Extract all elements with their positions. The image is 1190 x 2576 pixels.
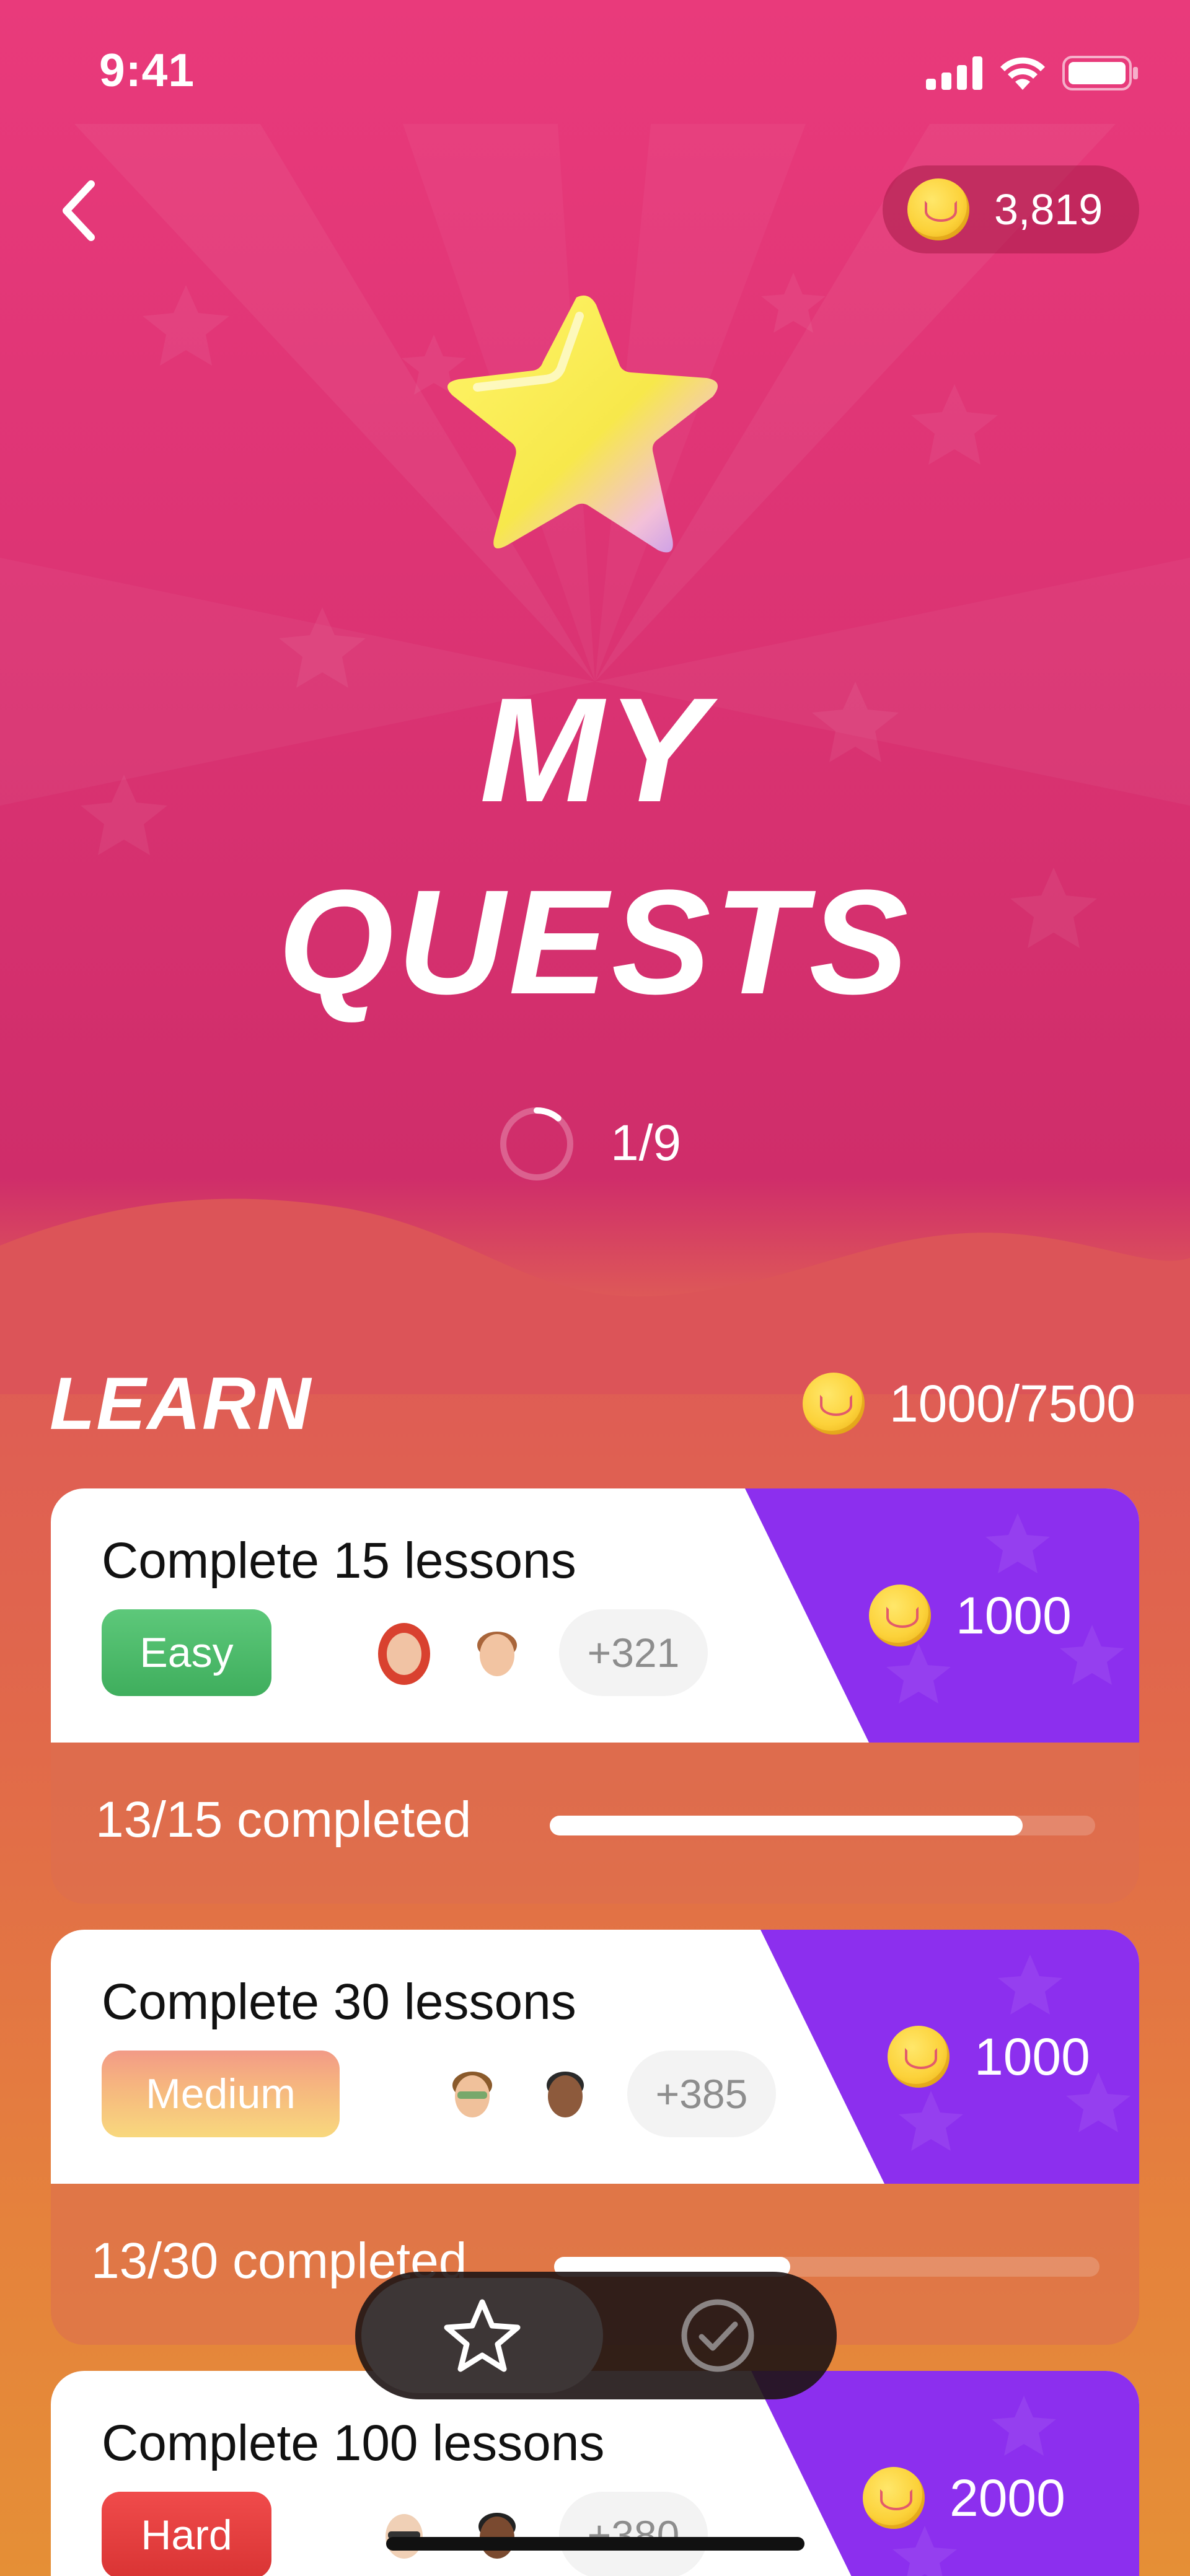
section-reward-amount: 1000/7500 xyxy=(889,1374,1135,1433)
participants-more-chip[interactable]: +380 xyxy=(559,2492,708,2576)
quest-card-header: Complete 30 lessons Medium +385 1000 xyxy=(51,1930,1139,2184)
participants-more-chip[interactable]: +321 xyxy=(559,1609,708,1696)
coin-balance-amount: 3,819 xyxy=(994,185,1103,234)
star-icon xyxy=(447,295,718,553)
section-reward: 1000/7500 xyxy=(802,1360,1135,1447)
quest-progress-label: 13/15 completed xyxy=(95,1791,472,1848)
quest-title: Complete 15 lessons xyxy=(102,1532,576,1589)
tab-bar xyxy=(355,2272,837,2399)
chevron-left-icon xyxy=(63,180,95,241)
section-title: LEARN xyxy=(50,1362,312,1445)
wifi-icon xyxy=(1000,57,1045,90)
quests-screen: 9:41 3,819 MY QUESTS 1/9 LEARN 1000/7500… xyxy=(0,0,1190,2576)
star-outline-icon xyxy=(444,2299,521,2372)
quest-reward: 1000 xyxy=(888,1930,1090,2184)
tab-completed[interactable] xyxy=(597,2278,839,2393)
progress-bar xyxy=(550,1816,1095,1835)
difficulty-badge: Hard xyxy=(102,2492,271,2576)
participant-avatar xyxy=(436,2058,508,2130)
quest-card[interactable]: Complete 15 lessons Easy +321 1000 13/15… xyxy=(51,1488,1139,1904)
participant-avatar xyxy=(368,1617,440,1689)
coin-balance[interactable]: 3,819 xyxy=(883,165,1139,253)
quest-progress-ring xyxy=(500,1107,573,1180)
coin-icon xyxy=(888,2026,950,2088)
status-icons xyxy=(926,55,1139,92)
home-indicator[interactable] xyxy=(386,2537,804,2551)
difficulty-badge: Medium xyxy=(102,2051,340,2137)
quest-reward-amount: 2000 xyxy=(950,2468,1065,2527)
back-button[interactable] xyxy=(45,174,113,248)
quest-reward: 2000 xyxy=(863,2371,1065,2576)
participant-avatar xyxy=(368,2499,440,2571)
battery-icon xyxy=(1062,56,1138,90)
quest-reward-amount: 1000 xyxy=(956,1586,1072,1645)
coin-icon xyxy=(802,1373,865,1435)
participant-avatar xyxy=(461,2499,533,2571)
quest-progress: 13/15 completed xyxy=(51,1743,1139,1904)
quest-reward-amount: 1000 xyxy=(974,2027,1090,2086)
page-title-line2: QUESTS xyxy=(278,859,912,1025)
participant-avatar xyxy=(461,1617,533,1689)
status-time: 9:41 xyxy=(99,44,195,96)
quest-title: Complete 30 lessons xyxy=(102,1974,576,2030)
coin-icon xyxy=(863,2467,925,2529)
participants-more-chip[interactable]: +385 xyxy=(627,2051,776,2137)
page-title-line1: MY xyxy=(480,667,710,833)
quest-card-header: Complete 15 lessons Easy +321 1000 xyxy=(51,1488,1139,1743)
status-bar: 9:41 xyxy=(0,0,1190,143)
quest-title: Complete 100 lessons xyxy=(102,2415,605,2471)
quest-reward: 1000 xyxy=(869,1488,1072,1743)
tab-quests[interactable] xyxy=(361,2278,603,2393)
progress-bar-fill xyxy=(550,1816,1023,1835)
cellular-signal-icon xyxy=(926,56,982,90)
coin-icon xyxy=(907,178,969,240)
participant-avatar xyxy=(529,2058,601,2130)
check-circle-icon xyxy=(681,2299,754,2372)
difficulty-badge: Easy xyxy=(102,1609,271,1696)
quest-progress-text: 1/9 xyxy=(610,1115,681,1171)
coin-icon xyxy=(869,1585,931,1646)
